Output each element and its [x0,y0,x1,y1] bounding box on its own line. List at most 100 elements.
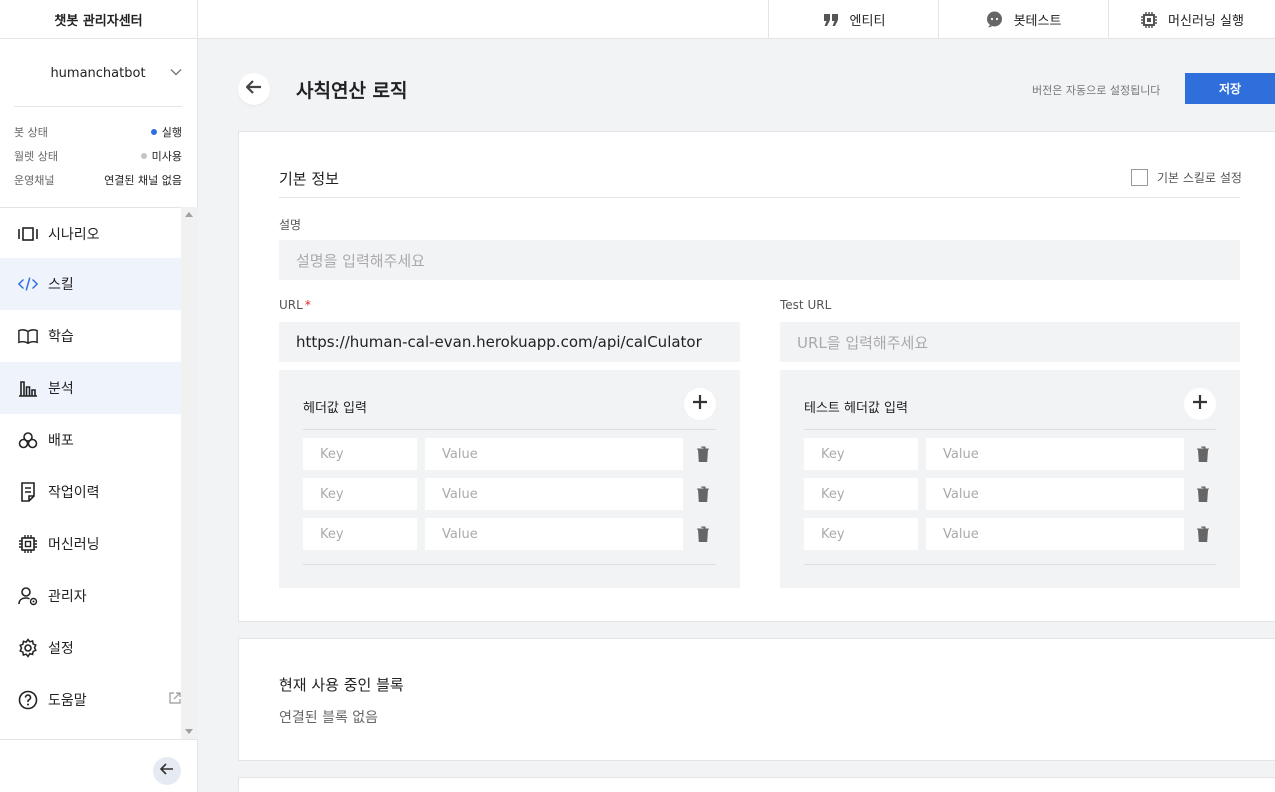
sidebar: humanchatbot 봇 상태 실행 월렛 상태 미사용 운영채널 연결된 … [0,39,198,792]
test-header-key-input[interactable]: Key [804,518,918,550]
quote-icon [822,11,840,29]
test-url-input[interactable]: URL을 입력해주세요 [780,322,1240,362]
sidebar-item-ml[interactable]: 머신러닝 [0,518,181,570]
test-header-value-input[interactable]: Value [926,518,1184,550]
sidebar-menu: 시나리오 스킬 학습 분석 배포 작업이력 머신러닝 관리자 설정 도움말 [0,207,181,739]
channel-status-value: 연결된 채널 없음 [104,174,182,187]
divider [14,106,182,107]
topnav-entity-label: 엔티티 [849,14,886,29]
plus-icon [692,394,708,414]
version-note: 버전은 자동으로 설정됩니다 [1032,84,1161,97]
section-title-basic-info: 기본 정보 [279,170,339,188]
divider [0,739,198,740]
sidebar-item-history[interactable]: 작업이력 [0,466,181,518]
sidebar-item-settings[interactable]: 설정 [0,622,181,674]
topnav-ml-run[interactable]: 머신러닝 실행 [1108,0,1275,39]
sidebar-item-label: 분석 [48,381,74,397]
divider [303,429,716,430]
topnav-entity[interactable]: 엔티티 [768,0,938,39]
description-label: 설명 [279,218,302,232]
plus-icon [1192,394,1208,414]
divider [804,564,1216,565]
sidebar-item-help[interactable]: 도움말 [0,674,181,726]
header-key-input[interactable]: Key [303,478,417,510]
code-icon [18,274,38,294]
wallet-status-row: 월렛 상태 미사용 [14,147,182,165]
sidebar-item-scenario[interactable]: 시나리오 [0,208,181,260]
trash-icon[interactable] [1195,525,1211,543]
sidebar-item-label: 설정 [48,641,74,657]
sidebar-item-admin[interactable]: 관리자 [0,570,181,622]
test-url-label: Test URL [780,298,832,312]
arrow-left-icon [245,80,262,98]
default-skill-toggle[interactable]: 기본 스킬로 설정 [1131,169,1242,186]
add-header-button[interactable] [684,388,716,420]
test-header-value-input[interactable]: Value [926,478,1184,510]
trash-icon[interactable] [1195,485,1211,503]
book-icon [18,326,38,346]
divider [804,429,1216,430]
trash-icon[interactable] [695,445,711,463]
topnav-bot-test[interactable]: 봇테스트 [938,0,1108,39]
trash-icon[interactable] [695,525,711,543]
header-key-input[interactable]: Key [303,438,417,470]
trash-icon[interactable] [1195,445,1211,463]
back-button[interactable] [238,73,270,105]
url-label-text: URL [279,298,303,312]
scroll-thumb[interactable] [185,225,194,715]
bot-name: humanchatbot [50,65,146,81]
collapse-sidebar-button[interactable] [153,757,181,785]
sidebar-item-learning[interactable]: 학습 [0,310,181,362]
topnav-bot-test-label: 봇테스트 [1013,14,1062,29]
deploy-icon [18,430,38,450]
chat-bubble-icon [986,11,1004,29]
url-label: URL * [279,298,311,312]
blocks-empty-text: 연결된 블록 없음 [279,710,379,726]
header-value-input[interactable]: Value [425,438,683,470]
header-value-input[interactable]: Value [425,478,683,510]
url-input[interactable]: https://human-cal-evan.herokuapp.com/api… [279,322,740,362]
add-test-header-button[interactable] [1184,388,1216,420]
sidebar-scrollbar[interactable] [181,207,198,739]
status-dot [150,129,157,135]
status-dot [140,153,147,159]
test-header-key-input[interactable]: Key [804,438,918,470]
default-skill-checkbox[interactable] [1131,169,1148,186]
scroll-up-arrow-icon[interactable] [185,212,193,217]
topnav-ml-run-label: 머신러닝 실행 [1168,14,1244,29]
wallet-status-label: 월렛 상태 [14,150,58,163]
test-header-value-input[interactable]: Value [926,438,1184,470]
sidebar-item-label: 작업이력 [48,485,100,501]
sidebar-item-deploy[interactable]: 배포 [0,414,181,466]
header-key-input[interactable]: Key [303,518,417,550]
scenario-icon [18,224,38,244]
bot-status-label: 봇 상태 [14,126,48,139]
history-icon [18,482,38,502]
top-bar: 챗봇 관리자센터 엔티티 봇테스트 머신러닝 실행 [0,0,1275,39]
save-button[interactable]: 저장 [1185,73,1275,104]
sidebar-item-skill[interactable]: 스킬 [0,258,181,310]
sidebar-item-analysis[interactable]: 분석 [0,362,181,414]
scroll-down-arrow-icon[interactable] [185,729,193,734]
next-card [238,777,1275,792]
required-mark: * [304,298,311,312]
bot-status-value: 실행 [161,126,182,139]
chip-icon [1140,11,1158,29]
external-link-icon [169,692,181,708]
sidebar-item-label: 도움말 [48,693,87,709]
bot-selector[interactable]: humanchatbot [14,55,182,91]
test-header-key-input[interactable]: Key [804,478,918,510]
help-icon [18,690,38,710]
channel-status-label: 운영채널 [14,174,55,187]
section-title-blocks: 현재 사용 중인 블록 [279,676,404,694]
bot-status-row: 봇 상태 실행 [14,123,182,141]
brand-title[interactable]: 챗봇 관리자센터 [0,0,198,39]
sidebar-item-label: 관리자 [48,589,87,605]
divider [303,564,716,565]
header-value-input[interactable]: Value [425,518,683,550]
trash-icon[interactable] [695,485,711,503]
wallet-status-value: 미사용 [151,150,182,163]
description-input[interactable]: 설명을 입력해주세요 [279,240,1240,280]
blocks-in-use-card [238,638,1275,761]
default-skill-label: 기본 스킬로 설정 [1157,171,1242,185]
